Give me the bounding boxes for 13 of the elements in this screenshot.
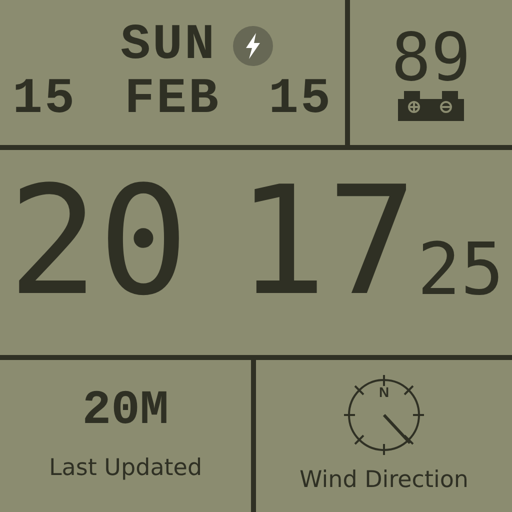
seconds-digits: 25: [417, 233, 504, 305]
last-updated-value: 20M: [82, 386, 169, 435]
wind-direction-label: Wind Direction: [299, 466, 469, 495]
battery-icon: [398, 90, 464, 120]
battery-percent: 89: [391, 24, 471, 90]
date-text: 15: [268, 74, 333, 124]
date-text: FEB: [124, 74, 220, 124]
date-text: 15: [12, 74, 76, 124]
compass-north-label: N: [378, 384, 390, 400]
minutes-digits: 17: [236, 167, 418, 317]
weekday-text: SUN: [120, 20, 216, 70]
hours-digits: 20: [8, 167, 189, 317]
last-updated-label: Last Updated: [48, 454, 202, 483]
